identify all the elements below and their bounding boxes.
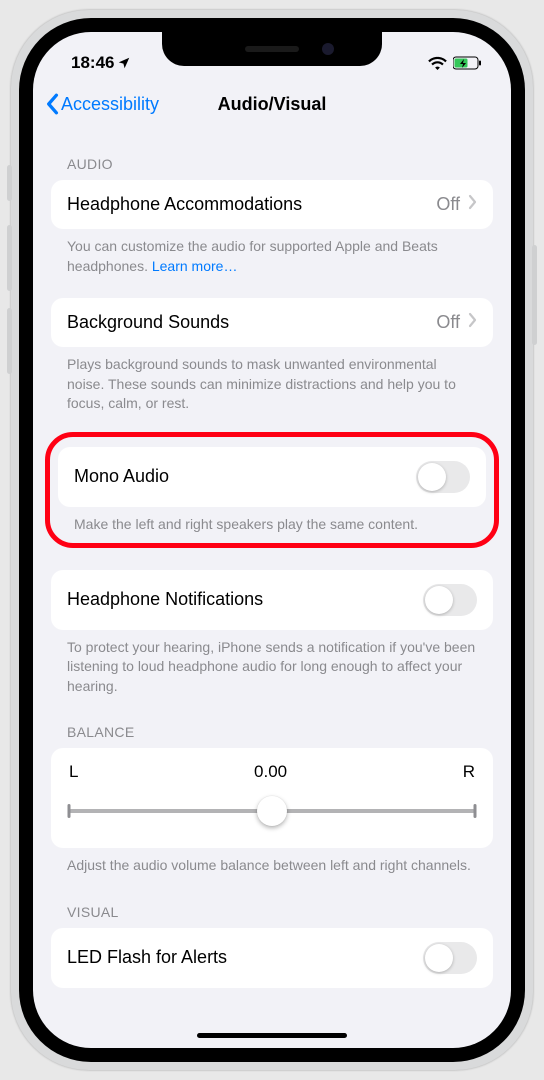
row-background-sounds[interactable]: Background Sounds Off [51, 298, 493, 347]
chevron-left-icon [45, 93, 59, 115]
page-title: Audio/Visual [218, 94, 327, 115]
row-led-flash[interactable]: LED Flash for Alerts [51, 928, 493, 988]
section-header-audio: AUDIO [51, 128, 493, 180]
balance-value: 0.00 [254, 762, 287, 782]
row-headphone-notifications[interactable]: Headphone Notifications [51, 570, 493, 630]
row-label: Headphone Notifications [67, 589, 263, 610]
row-footer: To protect your hearing, iPhone sends a … [51, 630, 493, 697]
row-mono-audio[interactable]: Mono Audio [58, 447, 486, 507]
row-footer: Adjust the audio volume balance between … [51, 848, 493, 876]
chevron-right-icon [468, 194, 477, 215]
battery-charging-icon [453, 56, 483, 70]
back-button[interactable]: Accessibility [45, 93, 159, 115]
content-scroll[interactable]: AUDIO Headphone Accommodations Off You c… [33, 128, 511, 1048]
row-value: Off [436, 194, 460, 215]
row-footer: You can customize the audio for supporte… [51, 229, 493, 276]
section-header-visual: VISUAL [51, 876, 493, 928]
status-time: 18:46 [71, 53, 114, 73]
balance-card: L 0.00 R [51, 748, 493, 848]
toggle-mono-audio[interactable] [416, 461, 470, 493]
balance-slider[interactable] [69, 800, 475, 822]
learn-more-link[interactable]: Learn more… [152, 258, 238, 274]
slider-thumb[interactable] [257, 796, 287, 826]
row-label: LED Flash for Alerts [67, 947, 227, 968]
highlight-annotation: Mono Audio Make the left and right speak… [45, 432, 499, 548]
row-footer: Plays background sounds to mask unwanted… [51, 347, 493, 414]
row-label: Headphone Accommodations [67, 194, 302, 215]
location-icon [117, 56, 131, 70]
chevron-right-icon [468, 312, 477, 333]
row-footer: Make the left and right speakers play th… [58, 507, 486, 535]
nav-bar: Accessibility Audio/Visual [33, 80, 511, 128]
row-value: Off [436, 312, 460, 333]
toggle-headphone-notifications[interactable] [423, 584, 477, 616]
balance-right-label: R [463, 762, 475, 782]
device-notch [162, 32, 382, 66]
wifi-icon [428, 56, 447, 70]
back-label: Accessibility [61, 94, 159, 115]
balance-left-label: L [69, 762, 78, 782]
toggle-led-flash[interactable] [423, 942, 477, 974]
section-header-balance: BALANCE [51, 696, 493, 748]
row-label: Mono Audio [74, 466, 169, 487]
home-indicator[interactable] [197, 1033, 347, 1038]
row-label: Background Sounds [67, 312, 229, 333]
row-headphone-accommodations[interactable]: Headphone Accommodations Off [51, 180, 493, 229]
